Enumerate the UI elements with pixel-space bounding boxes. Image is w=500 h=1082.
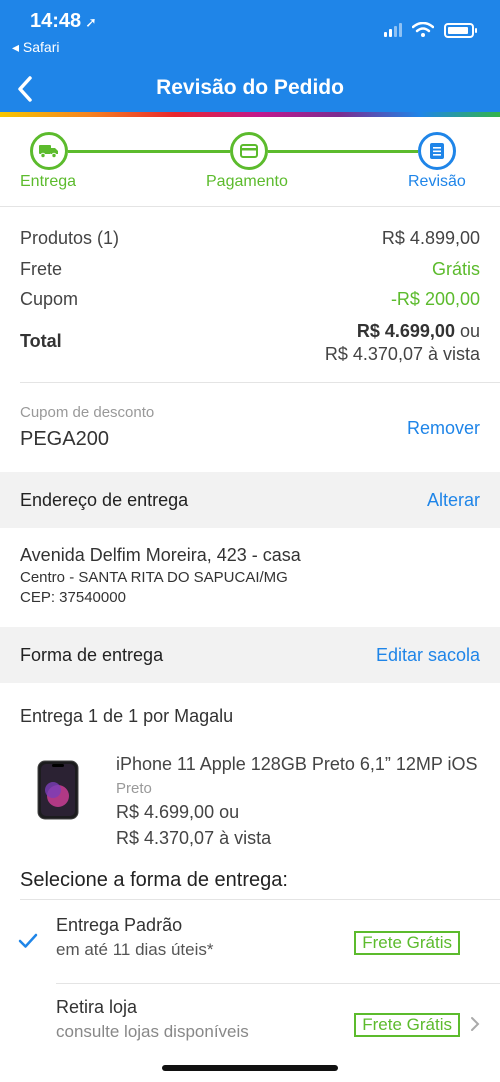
brand-rainbow-stripe <box>0 112 500 117</box>
cellular-signal-icon <box>384 23 402 37</box>
shipping-label: Frete <box>20 259 63 279</box>
step-entrega[interactable] <box>30 132 68 170</box>
summary-coupon-row: Cupom -R$ 200,00 <box>20 289 480 310</box>
total-cash-price: R$ 4.370,07 à vista <box>324 344 480 364</box>
product-price: R$ 4.699,00 ou <box>116 802 240 822</box>
product-cash-price: R$ 4.370,07 à vista <box>116 828 272 848</box>
header-bar: 14:48 ➚ ◂ Safari Revisão do Pedido <box>0 0 500 116</box>
step-revisao[interactable] <box>418 132 456 170</box>
remove-coupon-button[interactable]: Remover <box>407 418 480 439</box>
address-section-title: Endereço de entrega <box>20 490 189 510</box>
address-street: Avenida Delfim Moreira, 423 - casa <box>20 545 301 565</box>
address-zip: CEP: 37540000 <box>20 589 126 606</box>
location-arrow-icon: ➚ <box>85 14 97 30</box>
coupon-field-label: Cupom de desconto <box>20 404 155 421</box>
document-list-icon <box>430 143 444 159</box>
divider <box>20 899 500 900</box>
stepper-line <box>68 150 230 153</box>
checkout-stepper: Entrega Pagamento Revisão <box>0 118 500 206</box>
credit-card-icon <box>240 144 258 158</box>
step-label-entrega: Entrega <box>20 173 77 190</box>
edit-bag-button[interactable]: Editar sacola <box>376 645 480 666</box>
product-color: Preto <box>116 780 152 797</box>
delivery-section-title: Forma de entrega <box>20 645 164 665</box>
truck-icon <box>39 145 58 158</box>
products-value: R$ 4.899,00 <box>381 228 480 248</box>
delivery-section-header: Forma de entrega Editar sacola <box>0 627 500 683</box>
products-label: Produtos (1) <box>20 228 120 248</box>
iphone-product-image <box>37 760 79 820</box>
change-address-button[interactable]: Alterar <box>427 490 480 511</box>
free-shipping-badge: Frete Grátis <box>354 1013 460 1037</box>
divider <box>0 206 500 207</box>
battery-icon <box>444 22 477 38</box>
summary-shipping-row: Frete Grátis <box>20 259 480 280</box>
free-shipping-badge: Frete Grátis <box>354 931 460 955</box>
stepper-line <box>268 150 418 153</box>
coupon-discount-value: -R$ 200,00 <box>390 289 480 309</box>
wifi-icon <box>412 22 434 37</box>
page-title: Revisão do Pedido <box>156 76 344 99</box>
divider <box>56 983 500 984</box>
back-to-safari-link[interactable]: ◂ Safari <box>12 39 60 56</box>
total-label: Total <box>20 331 62 351</box>
home-indicator[interactable] <box>162 1065 338 1071</box>
step-label-revisao: Revisão <box>408 173 466 190</box>
step-pagamento[interactable] <box>230 132 268 170</box>
status-time: 14:48 ➚ <box>30 10 97 33</box>
shipping-option-standard[interactable]: Entrega Padrão <box>56 915 182 936</box>
chevron-right-icon[interactable] <box>470 1016 480 1032</box>
coupon-code: PEGA200 <box>20 428 109 450</box>
coupon-discount-label: Cupom <box>20 289 79 309</box>
shipping-options-title: Selecione a forma de entrega: <box>20 869 288 891</box>
delivery-count-title: Entrega 1 de 1 por Magalu <box>20 706 234 726</box>
address-city: Centro - SANTA RITA DO SAPUCAI/MG <box>20 569 288 586</box>
step-label-pagamento: Pagamento <box>206 173 288 190</box>
divider <box>20 382 500 383</box>
total-amount: R$ 4.699,00 <box>356 321 455 341</box>
shipping-value: Grátis <box>431 259 480 279</box>
address-section-header: Endereço de entrega Alterar <box>0 472 500 528</box>
summary-products-row: Produtos (1) R$ 4.899,00 <box>20 228 480 249</box>
total-or: ou <box>459 321 480 341</box>
total-value: R$ 4.699,00 ou R$ 4.370,07 à vista <box>325 320 480 366</box>
shipping-option-pickup-detail[interactable]: consulte lojas disponíveis <box>56 1022 249 1042</box>
status-icons <box>384 22 477 38</box>
checkmark-icon <box>18 933 38 948</box>
shipping-option-pickup[interactable]: Retira loja <box>56 997 137 1018</box>
shipping-option-standard-detail: em até 11 dias úteis* <box>56 940 214 959</box>
status-time-text: 14:48 <box>30 10 82 32</box>
product-name: iPhone 11 Apple 128GB Preto 6,1” 12MP iO… <box>116 754 478 774</box>
